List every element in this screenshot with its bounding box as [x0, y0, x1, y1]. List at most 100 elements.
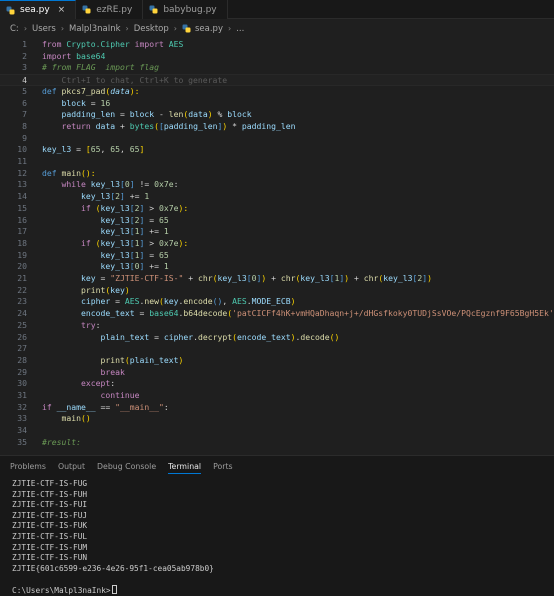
code-line[interactable]: 13 while key_l3[0] != 0x7e: [0, 179, 554, 191]
breadcrumb-item[interactable]: sea.py [195, 24, 223, 34]
code-line[interactable]: 24 encode_text = base64.b64decode('patCI… [0, 308, 554, 320]
code-line[interactable]: 28 print(plain_text) [0, 355, 554, 367]
terminal-line: ZJTIE-CTF-IS-FUH [12, 489, 88, 499]
breadcrumb-item[interactable]: ... [236, 24, 244, 34]
code-line[interactable]: 11 [0, 156, 554, 168]
code-line[interactable]: 31 continue [0, 390, 554, 402]
code-text: block = 16 [61, 97, 111, 108]
code-text: if (key_l3[2] > 0x7e): [80, 202, 189, 213]
python-file-icon [82, 5, 91, 14]
chevron-right-icon: › [173, 24, 177, 33]
code-line[interactable]: 22 print(key) [0, 285, 554, 297]
code-editor[interactable]: 1 from Crypto.Cipher import AES 2 import ba… [0, 37, 554, 453]
terminal-line: ZJTIE-CTF-IS-FUK [12, 521, 88, 531]
line-number: 35 [17, 436, 27, 447]
code-text: print(key) [80, 284, 130, 295]
terminal-line: ZJTIE-CTF-IS-FUJ [12, 510, 88, 520]
code-text: cipher = AES.new(key.encode(), AES.MODE_… [80, 296, 296, 307]
line-number: 17 [17, 226, 27, 237]
tab-output[interactable]: Output [58, 456, 85, 476]
tab-debug-console[interactable]: Debug Console [97, 456, 156, 476]
code-line[interactable]: 27 [0, 343, 554, 355]
code-text: padding_len = block - len(data) % block [61, 109, 252, 120]
code-line[interactable]: 4 Ctrl+I to chat, Ctrl+K to generate [0, 74, 554, 86]
close-icon[interactable]: × [58, 5, 66, 15]
code-text: try: [80, 319, 101, 330]
tab-label: babybug.py [163, 4, 217, 15]
code-line[interactable]: 18 if (key_l3[1] > 0x7e): [0, 238, 554, 250]
code-line[interactable]: 34 [0, 425, 554, 437]
breadcrumb-item[interactable]: Users [32, 24, 56, 34]
code-line[interactable]: 15 if (key_l3[2] > 0x7e): [0, 203, 554, 215]
code-line[interactable]: 33 main() [0, 413, 554, 425]
code-line[interactable]: 32 if __name__ == "__main__": [0, 402, 554, 414]
line-number: 16 [17, 214, 27, 225]
code-line[interactable]: 5 def pkcs7_pad(data): [0, 86, 554, 98]
code-text: key_l3 = [65, 65, 65] [42, 144, 145, 155]
breadcrumb-item[interactable]: Desktop [134, 24, 169, 34]
tab-sea-py[interactable]: sea.py × [0, 0, 77, 19]
code-text: encode_text = base64.b64decode('patCICFf… [80, 308, 554, 319]
code-line[interactable]: 35 #result: [0, 437, 554, 449]
code-text: print(plain_text) [100, 354, 184, 365]
code-line[interactable]: 9 [0, 133, 554, 145]
line-number: 28 [17, 354, 27, 365]
terminal-output[interactable]: ZJTIE-CTF-IS-FUG ZJTIE-CTF-IS-FUH ZJTIE-… [12, 479, 548, 596]
code-line[interactable]: 19 key_l3[1] = 65 [0, 250, 554, 262]
tab-label: sea.py [20, 5, 50, 15]
code-text: main() [61, 413, 91, 424]
breadcrumb-item[interactable]: C: [10, 24, 19, 34]
bottom-panel: Problems Output Debug Console Terminal P… [0, 455, 554, 596]
line-number: 33 [17, 413, 27, 424]
code-line[interactable]: 7 padding_len = block - len(data) % bloc… [0, 109, 554, 121]
line-number: 20 [17, 261, 27, 272]
code-text: def pkcs7_pad(data): [42, 85, 140, 96]
tab-ezre-py[interactable]: ezRE.py [76, 0, 144, 19]
code-text: except: [80, 378, 116, 389]
line-number: 15 [17, 202, 27, 213]
code-line[interactable]: 6 block = 16 [0, 98, 554, 110]
line-number: 3 [22, 62, 27, 73]
code-line[interactable]: 23 cipher = AES.new(key.encode(), AES.MO… [0, 296, 554, 308]
code-line[interactable]: 12 def main(): [0, 168, 554, 180]
terminal-line: ZJTIE-CTF-IS-FUG [12, 479, 88, 488]
line-number: 1 [22, 39, 27, 49]
code-line[interactable]: 17 key_l3[1] += 1 [0, 226, 554, 238]
tab-terminal[interactable]: Terminal [168, 456, 201, 476]
code-line[interactable]: 20 key_l3[0] += 1 [0, 261, 554, 273]
breadcrumb-item[interactable]: Malpl3naInk [69, 24, 120, 34]
code-line[interactable]: 30 except: [0, 378, 554, 390]
terminal-line: ZJTIE-CTF-IS-FUM [12, 542, 88, 552]
terminal-line: ZJTIE-CTF-IS-FUN [12, 553, 88, 563]
line-number: 29 [17, 366, 27, 377]
chevron-right-icon: › [23, 24, 28, 33]
line-number: 27 [17, 343, 27, 354]
code-line[interactable]: 14 key_l3[2] += 1 [0, 191, 554, 203]
chevron-right-icon: › [125, 24, 129, 33]
line-number: 30 [17, 378, 27, 389]
line-number: 14 [17, 191, 27, 202]
code-line[interactable]: 3 # from FLAG import flag [0, 62, 554, 74]
code-text: def main(): [42, 167, 96, 178]
tab-label: ezRE.py [96, 4, 133, 15]
tab-babybug-py[interactable]: babybug.py [143, 0, 228, 19]
code-line[interactable]: 29 break [0, 367, 554, 379]
tab-ports[interactable]: Ports [213, 456, 233, 476]
code-line[interactable]: 8 return data + bytes([padding_len]) * p… [0, 121, 554, 133]
code-line[interactable]: 16 key_l3[2] = 65 [0, 215, 554, 227]
code-line[interactable]: 10 key_l3 = [65, 65, 65] [0, 144, 554, 156]
code-line[interactable]: 25 try: [0, 320, 554, 332]
terminal-prompt-line[interactable]: C:\Users\Malpl3naInk> [12, 584, 548, 596]
line-number: 26 [17, 331, 27, 342]
line-number: 10 [17, 144, 27, 155]
code-line[interactable]: 2 import base64 [0, 51, 554, 63]
code-text: plain_text = cipher.decrypt(encode_text)… [100, 331, 340, 342]
tab-problems[interactable]: Problems [10, 456, 46, 476]
line-number: 7 [22, 109, 27, 120]
python-file-icon [182, 24, 191, 33]
code-line[interactable]: 21 key = "ZJTIE-CTF-IS-" + chr(key_l3[0]… [0, 273, 554, 285]
code-line[interactable]: 1 from Crypto.Cipher import AES [0, 39, 554, 51]
code-line[interactable]: 26 plain_text = cipher.decrypt(encode_te… [0, 332, 554, 344]
code-text: key = "ZJTIE-CTF-IS-" + chr(key_l3[0]) +… [80, 273, 432, 283]
